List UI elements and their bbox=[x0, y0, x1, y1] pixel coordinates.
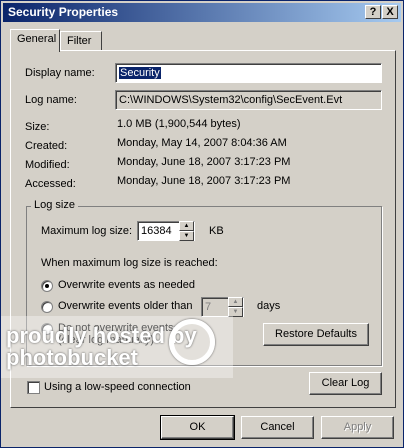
help-button[interactable]: ? bbox=[365, 5, 381, 19]
low-speed-checkbox[interactable] bbox=[27, 381, 40, 394]
apply-button[interactable]: Apply bbox=[321, 416, 394, 439]
when-reached-label: When maximum log size is reached: bbox=[41, 257, 218, 269]
window-title: Security Properties bbox=[8, 5, 119, 19]
max-log-size-value: 16384 bbox=[141, 225, 172, 237]
display-name-label: Display name: bbox=[25, 67, 95, 79]
accessed-label: Accessed: bbox=[25, 178, 76, 190]
log-name-value: C:\WINDOWS\System32\config\SecEvent.Evt bbox=[119, 94, 343, 106]
modified-value: Monday, June 18, 2007 3:17:23 PM bbox=[117, 156, 291, 168]
older-days-value: 7 bbox=[205, 301, 212, 313]
display-name-value: Security bbox=[119, 67, 161, 79]
created-label: Created: bbox=[25, 140, 68, 152]
spin-down-icon[interactable]: ▼ bbox=[179, 231, 194, 241]
spin-up-icon[interactable]: ▲ bbox=[179, 221, 194, 231]
log-name-field[interactable]: C:\WINDOWS\System32\config\SecEvent.Evt bbox=[115, 90, 382, 110]
overwrite-needed-label: Overwrite events as needed bbox=[58, 279, 195, 291]
older-spin-up-icon[interactable]: ▲ bbox=[228, 297, 243, 307]
size-value: 1.0 MB (1,900,544 bytes) bbox=[117, 118, 241, 130]
log-name-label: Log name: bbox=[25, 94, 77, 106]
created-value: Monday, May 14, 2007 8:04:36 AM bbox=[117, 137, 287, 149]
close-button[interactable]: X bbox=[382, 5, 398, 19]
tab-filter-label: Filter bbox=[67, 35, 92, 47]
max-log-size-label: Maximum log size: bbox=[41, 225, 133, 237]
display-name-input[interactable]: Security bbox=[115, 63, 382, 83]
watermark-line2: photobucket bbox=[6, 345, 138, 370]
tab-filter[interactable]: Filter bbox=[60, 31, 102, 51]
days-label: days bbox=[257, 300, 281, 312]
overwrite-needed-radio[interactable] bbox=[41, 280, 53, 292]
cancel-button[interactable]: Cancel bbox=[241, 416, 314, 439]
max-log-size-unit: KB bbox=[209, 225, 224, 237]
overwrite-older-label: Overwrite events older than bbox=[58, 300, 193, 312]
log-size-group-label: Log size bbox=[31, 199, 78, 211]
ok-button[interactable]: OK bbox=[160, 415, 235, 440]
title-bar: Security Properties ? X bbox=[3, 3, 401, 22]
watermark-logo-icon bbox=[169, 319, 215, 365]
size-label: Size: bbox=[25, 121, 50, 133]
tab-general[interactable]: General bbox=[10, 29, 60, 52]
max-log-size-spinner[interactable]: ▲ ▼ bbox=[179, 221, 194, 241]
tab-general-label: General bbox=[17, 33, 57, 45]
older-days-spinner[interactable]: ▲ ▼ bbox=[228, 297, 243, 317]
security-properties-dialog: Security Properties ? X General Filter D… bbox=[0, 0, 404, 448]
low-speed-label: Using a low-speed connection bbox=[44, 381, 191, 393]
modified-label: Modified: bbox=[25, 159, 70, 171]
restore-defaults-button[interactable]: Restore Defaults bbox=[263, 323, 369, 346]
clear-log-button[interactable]: Clear Log bbox=[309, 372, 382, 395]
overwrite-older-radio[interactable] bbox=[41, 301, 53, 313]
accessed-value: Monday, June 18, 2007 3:17:23 PM bbox=[117, 175, 291, 187]
